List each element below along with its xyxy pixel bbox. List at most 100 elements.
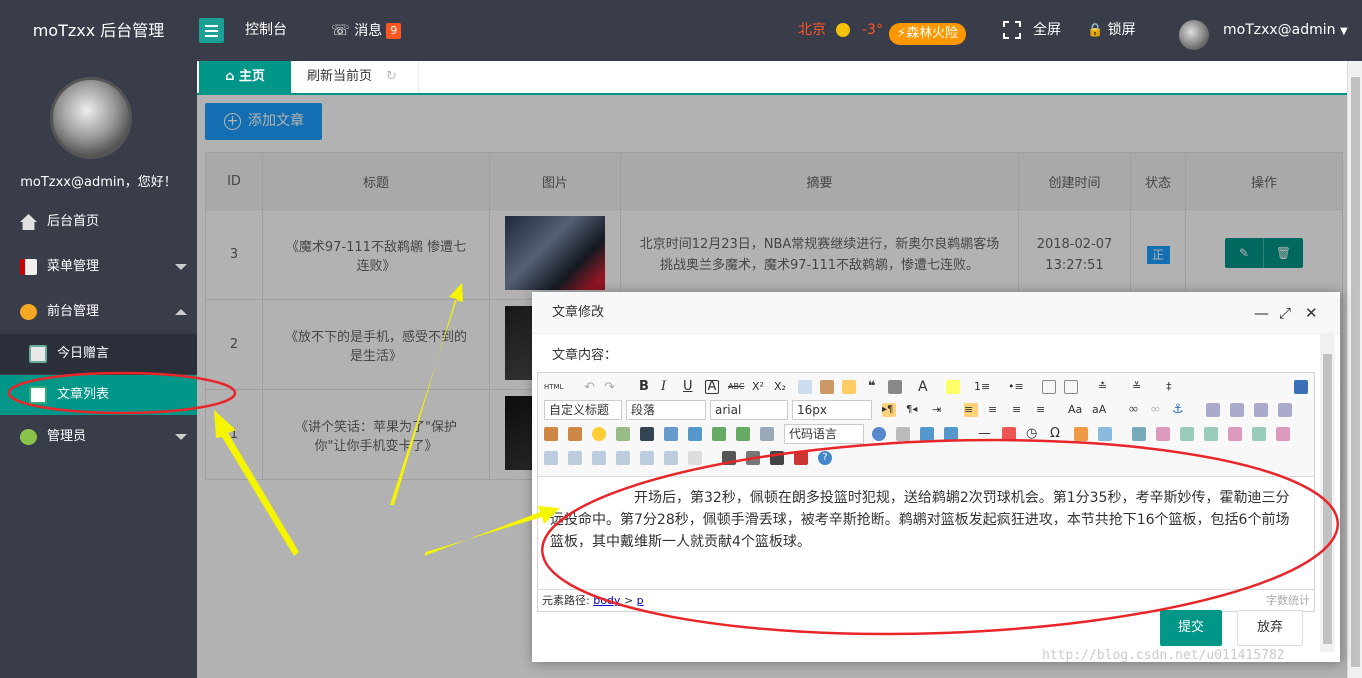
- superscript-icon[interactable]: X²: [752, 380, 766, 394]
- rtl-icon[interactable]: ¶◂: [906, 403, 920, 417]
- image-center-icon[interactable]: [1278, 403, 1292, 417]
- lowercase-icon[interactable]: aA: [1092, 403, 1106, 417]
- font-color-icon[interactable]: A: [918, 380, 932, 394]
- align-right-icon[interactable]: ≡: [1012, 403, 1026, 417]
- page-break-icon[interactable]: [872, 427, 886, 441]
- tab-home[interactable]: ⌂ 主页: [199, 61, 291, 93]
- clear-doc-icon[interactable]: [1064, 380, 1078, 394]
- paste-text-icon[interactable]: [888, 380, 902, 394]
- page-scrollbar[interactable]: [1347, 61, 1362, 678]
- font-border-icon[interactable]: A: [705, 380, 719, 394]
- paragraph-select[interactable]: 段落: [626, 400, 706, 420]
- italic-icon[interactable]: I: [661, 380, 675, 394]
- path-body-link[interactable]: body: [593, 594, 620, 607]
- sidebar-item-frontend[interactable]: 前台管理: [0, 290, 197, 334]
- image-none-icon[interactable]: [1206, 403, 1220, 417]
- path-p-link[interactable]: p: [637, 594, 644, 607]
- code-language-select[interactable]: 代码语言: [784, 424, 864, 444]
- user-avatar[interactable]: [1179, 20, 1209, 50]
- strikethrough-icon[interactable]: ABC: [728, 380, 744, 394]
- undo-icon[interactable]: ↶: [584, 380, 598, 395]
- emoji-icon[interactable]: [592, 427, 606, 441]
- cancel-button[interactable]: 放弃: [1237, 610, 1303, 646]
- insert-frame-icon[interactable]: [944, 427, 958, 441]
- image-icon[interactable]: [544, 427, 558, 441]
- user-menu[interactable]: moTzxx@admin ▼: [1223, 0, 1348, 61]
- search-icon[interactable]: [770, 451, 784, 465]
- tab-refresh[interactable]: 刷新当前页 ↻: [291, 61, 419, 93]
- time-icon[interactable]: ◷: [1026, 427, 1040, 441]
- attachment-icon[interactable]: [688, 427, 702, 441]
- format-brush-icon[interactable]: [820, 380, 834, 394]
- submit-button[interactable]: 提交: [1160, 610, 1222, 646]
- highlight-icon[interactable]: [946, 380, 960, 394]
- template-icon[interactable]: [896, 427, 910, 441]
- special-char-icon[interactable]: Ω: [1050, 427, 1064, 441]
- close-icon[interactable]: ✕: [1305, 304, 1318, 322]
- editor-content[interactable]: 开场后，第32秒，佩顿在朗多投篮时犯规，送给鹈鹕2次罚球机会。第1分35秒，考辛…: [538, 479, 1314, 574]
- delete-col-icon[interactable]: [1276, 427, 1290, 441]
- row-spacing-top-icon[interactable]: ≛: [1098, 380, 1112, 394]
- blockquote-icon[interactable]: ❝: [868, 380, 882, 394]
- fullscreen-button[interactable]: 全屏: [1003, 0, 1061, 61]
- help-doc-icon[interactable]: [794, 451, 808, 465]
- merge-cells-icon[interactable]: [544, 451, 558, 465]
- delete-row-icon[interactable]: [1228, 427, 1242, 441]
- insert-paragraph-before-table-icon[interactable]: [1180, 427, 1194, 441]
- indent-icon[interactable]: ⇥: [932, 403, 946, 417]
- charts-icon[interactable]: [688, 451, 702, 465]
- iframe-icon[interactable]: [760, 427, 774, 441]
- help-icon[interactable]: ?: [818, 451, 832, 465]
- font-family-select[interactable]: arial: [710, 400, 788, 420]
- eraser-icon[interactable]: [798, 380, 812, 394]
- ordered-list-icon[interactable]: 1≡: [974, 380, 990, 394]
- underline-icon[interactable]: U: [683, 380, 697, 394]
- scrawl-icon[interactable]: [616, 427, 630, 441]
- image-left-icon[interactable]: [1230, 403, 1244, 417]
- insert-row-icon[interactable]: [1204, 427, 1218, 441]
- insert-table-icon[interactable]: [1132, 427, 1146, 441]
- minimize-icon[interactable]: —: [1254, 304, 1269, 322]
- align-center-icon[interactable]: ≡: [988, 403, 1002, 417]
- menu-toggle-button[interactable]: [199, 18, 224, 43]
- sidebar-item-menu[interactable]: 菜单管理: [0, 245, 197, 289]
- unordered-list-icon[interactable]: •≡: [1008, 380, 1024, 394]
- drafts-icon[interactable]: [1098, 427, 1112, 441]
- heading-select[interactable]: 自定义标题: [544, 400, 622, 420]
- sidebar-item-daily-quote[interactable]: 今日赠言: [0, 334, 197, 374]
- map-icon[interactable]: [712, 427, 726, 441]
- fullscreen-editor-icon[interactable]: [1294, 380, 1308, 394]
- multi-image-icon[interactable]: [568, 427, 582, 441]
- delete-table-icon[interactable]: [1156, 427, 1170, 441]
- maximize-icon[interactable]: ⤢: [1279, 304, 1291, 322]
- select-all-icon[interactable]: [1042, 380, 1056, 394]
- line-height-icon[interactable]: ‡: [1166, 380, 1180, 394]
- link-icon[interactable]: ∞: [1128, 403, 1142, 417]
- redo-icon[interactable]: ↷: [604, 380, 618, 395]
- ltr-icon[interactable]: ▸¶: [882, 403, 896, 417]
- auto-format-icon[interactable]: [842, 380, 856, 394]
- uppercase-icon[interactable]: Aa: [1068, 403, 1082, 417]
- html-source-icon[interactable]: HTML: [544, 380, 564, 394]
- merge-right-icon[interactable]: [568, 451, 582, 465]
- subscript-icon[interactable]: X₂: [774, 380, 788, 394]
- background-icon[interactable]: [920, 427, 934, 441]
- search-replace-icon[interactable]: [1074, 427, 1088, 441]
- bold-icon[interactable]: B: [639, 380, 653, 394]
- nav-messages[interactable]: ☏ 消息 9: [331, 0, 402, 61]
- print-icon[interactable]: [722, 451, 736, 465]
- justify-icon[interactable]: ≡: [1036, 403, 1050, 417]
- split-rows-icon[interactable]: [640, 451, 654, 465]
- split-cols-icon[interactable]: [664, 451, 678, 465]
- gmap-icon[interactable]: [736, 427, 750, 441]
- font-size-select[interactable]: 16px: [792, 400, 872, 420]
- anchor-icon[interactable]: ⚓: [1172, 403, 1186, 417]
- music-icon[interactable]: [664, 427, 678, 441]
- preview-icon[interactable]: [746, 451, 760, 465]
- date-icon[interactable]: [1002, 427, 1016, 441]
- lock-button[interactable]: 🔒 锁屏: [1087, 0, 1136, 61]
- dialog-scrollbar[interactable]: [1320, 334, 1335, 652]
- sidebar-item-home[interactable]: 后台首页: [0, 200, 197, 244]
- merge-down-icon[interactable]: [592, 451, 606, 465]
- insert-col-icon[interactable]: [1252, 427, 1266, 441]
